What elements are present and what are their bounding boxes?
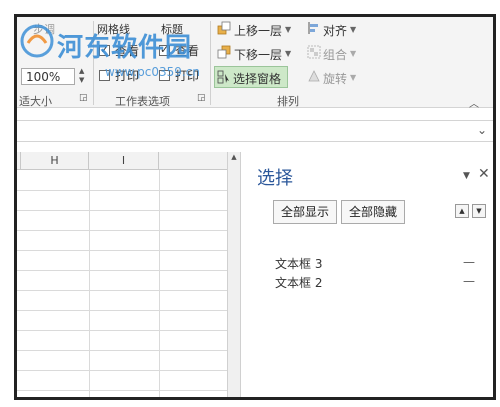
group-icon [307,45,321,59]
column-header-i[interactable]: I [89,152,159,170]
selection-pane-icon [217,70,229,84]
row-gridline [17,330,227,331]
scroll-up-icon[interactable]: ▲ [229,153,239,165]
arrange-group-label: 排列 [277,95,299,108]
close-icon[interactable]: ✕ [478,166,490,182]
cell-gridline [89,170,90,397]
selection-pane-label: 选择窗格 [233,72,282,86]
row-gridline [17,190,227,191]
row-gridline [17,370,227,371]
object-name: 文本框 3 [275,257,323,271]
selection-pane: 选择 ▼ ✕ 全部显示 全部隐藏 ▲ ▼ 文本框 3 — 文本框 2 — [245,152,493,397]
row-gridline [17,390,227,391]
send-backward-icon [217,45,231,59]
row-gridline [17,350,227,351]
column-header-h[interactable]: H [21,152,89,170]
cell-gridline [159,170,160,397]
list-item[interactable]: 文本框 2 — [275,274,475,292]
chevron-down-icon: ▼ [285,25,292,34]
bring-forward-icon [217,21,231,35]
formula-bar[interactable]: ⌄ [17,120,493,142]
show-all-button[interactable]: 全部显示 [273,200,337,224]
object-name: 文本框 2 [275,276,323,290]
chevron-down-icon: ▼ [350,25,357,34]
dialog-launcher-icon[interactable]: ◲ [79,93,88,103]
vertical-scrollbar[interactable]: ▲ [227,152,241,397]
move-up-icon[interactable]: ▲ [455,204,469,218]
align-label: 对齐 [323,24,348,38]
bring-forward-label: 上移一层 [234,24,283,38]
row-gridline [17,310,227,311]
ribbon-separator [210,21,211,105]
scale-group-label: 适大小 [19,95,52,108]
worksheet-grid[interactable]: H I [17,152,227,397]
row-gridline [17,290,227,291]
group-label: 组合 [323,48,348,62]
row-gridline [17,270,227,271]
rotate-label: 旋转 [323,72,348,86]
align-icon [308,22,318,34]
watermark-title: 河东软件园 [57,33,193,63]
hide-all-button[interactable]: 全部隐藏 [341,200,405,224]
zoom-input[interactable]: 100% [21,68,75,85]
row-gridline [17,230,227,231]
chevron-down-icon: ▼ [350,49,357,58]
watermark-url: www.pc0359.cn [105,65,200,79]
zoom-spinner[interactable]: ▲ ▼ [79,67,91,87]
chevron-down-icon: ▼ [285,49,292,58]
watermark-logo [20,24,54,58]
row-gridline [17,210,227,211]
visibility-icon[interactable]: — [463,274,475,288]
list-item[interactable]: 文本框 3 — [275,255,475,273]
sheet-options-group-label: 工作表选项 [115,95,170,108]
move-down-icon[interactable]: ▼ [472,204,486,218]
ribbon: 步调 网格线 标题 100% ▲▼ 适大小 ◲ 查看 打印 查看 打印 工作表选… [17,17,493,110]
excel-window: 步调 网格线 标题 100% ▲▼ 适大小 ◲ 查看 打印 查看 打印 工作表选… [14,14,496,400]
dialog-launcher-icon[interactable]: ◲ [197,93,206,103]
chevron-down-icon: ▼ [350,73,357,82]
row-gridline [17,250,227,251]
rotate-icon [308,70,320,82]
selection-pane-button[interactable]: 选择窗格 [214,66,288,88]
chevron-down-icon[interactable]: ⌄ [477,123,487,137]
send-backward-label: 下移一层 [234,48,283,62]
pane-options-icon[interactable]: ▼ [463,171,470,181]
pane-title: 选择 [257,168,293,189]
collapse-ribbon-icon[interactable]: ︿ [469,95,479,110]
visibility-icon[interactable]: — [463,255,475,269]
column-header[interactable] [159,152,227,170]
